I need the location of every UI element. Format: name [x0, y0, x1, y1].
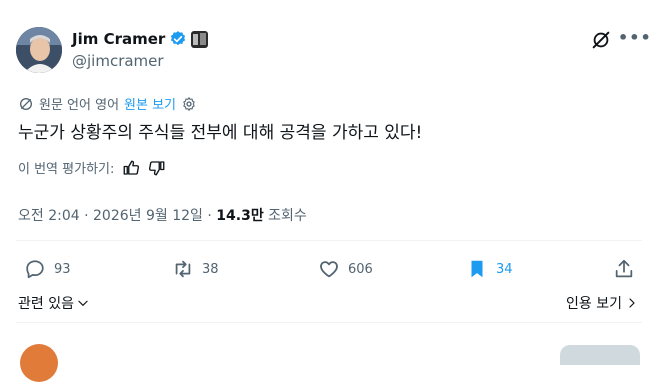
share-icon [615, 259, 633, 278]
avatar-image [16, 27, 62, 73]
rate-translation-row: 이 번역 평가하기: [18, 158, 166, 177]
meta-separator: · [84, 208, 89, 224]
views-label: 조회수 [268, 208, 307, 224]
verified-badge-icon [171, 31, 186, 46]
thumbs-down-icon[interactable] [148, 159, 166, 177]
tweet-text: 누군가 상황주의 주식들 전부에 대해 공격을 가하고 있다! [18, 123, 423, 143]
related-label: 관련 있음 [18, 296, 74, 312]
rate-translation-label: 이 번역 평가하기: [18, 162, 115, 177]
reply-icon [26, 260, 44, 279]
next-tweet-media[interactable] [560, 345, 640, 365]
tweet-meta: 오전 2:04 · 2026년 9월 12일 · 14.3만 조회수 [18, 205, 307, 225]
related-toggle[interactable]: 관련 있음 [18, 293, 90, 313]
retweet-button[interactable]: 38 [172, 258, 219, 280]
divider [16, 322, 642, 323]
chevron-right-icon [629, 298, 635, 308]
show-original-link[interactable]: 원본 보기 [124, 94, 176, 113]
divider [16, 240, 642, 241]
view-quotes-label: 인용 보기 [566, 296, 622, 312]
bookmark-filled-icon [471, 260, 483, 278]
reply-count: 93 [54, 261, 71, 277]
translation-row: 원문 언어 영어 원본 보기 [18, 94, 197, 113]
views-count: 14.3만 [216, 208, 264, 224]
retweet-count: 38 [202, 261, 219, 277]
retweet-icon [175, 260, 191, 278]
translate-icon [20, 97, 32, 110]
thumbs-up-icon[interactable] [122, 159, 140, 177]
settings-gear-icon[interactable] [181, 96, 197, 112]
author-avatar[interactable] [16, 27, 62, 73]
bookmark-button[interactable]: 34 [466, 258, 513, 280]
chevron-down-icon [78, 300, 88, 306]
original-language-label: 원문 언어 영어 [39, 98, 120, 113]
like-count: 606 [348, 261, 373, 277]
share-button[interactable] [613, 258, 635, 280]
view-quotes-link[interactable]: 인용 보기 [566, 293, 638, 313]
author-handle[interactable]: @jimcramer [72, 52, 164, 70]
author-name-row[interactable]: Jim Cramer [72, 30, 209, 48]
bookmark-count: 34 [496, 261, 513, 277]
heart-icon [320, 261, 338, 278]
grok-icon[interactable] [590, 29, 612, 51]
meta-separator: · [207, 208, 212, 224]
author-name[interactable]: Jim Cramer [72, 30, 165, 48]
tweet-time[interactable]: 오전 2:04 [18, 208, 80, 224]
reply-button[interactable]: 93 [24, 258, 71, 280]
next-tweet-avatar[interactable] [20, 344, 58, 382]
like-button[interactable]: 606 [318, 258, 373, 280]
tweet-date[interactable]: 2026년 9월 12일 [93, 208, 203, 224]
affiliate-badge-icon[interactable] [191, 30, 209, 48]
more-options-icon[interactable]: ••• [618, 28, 652, 47]
